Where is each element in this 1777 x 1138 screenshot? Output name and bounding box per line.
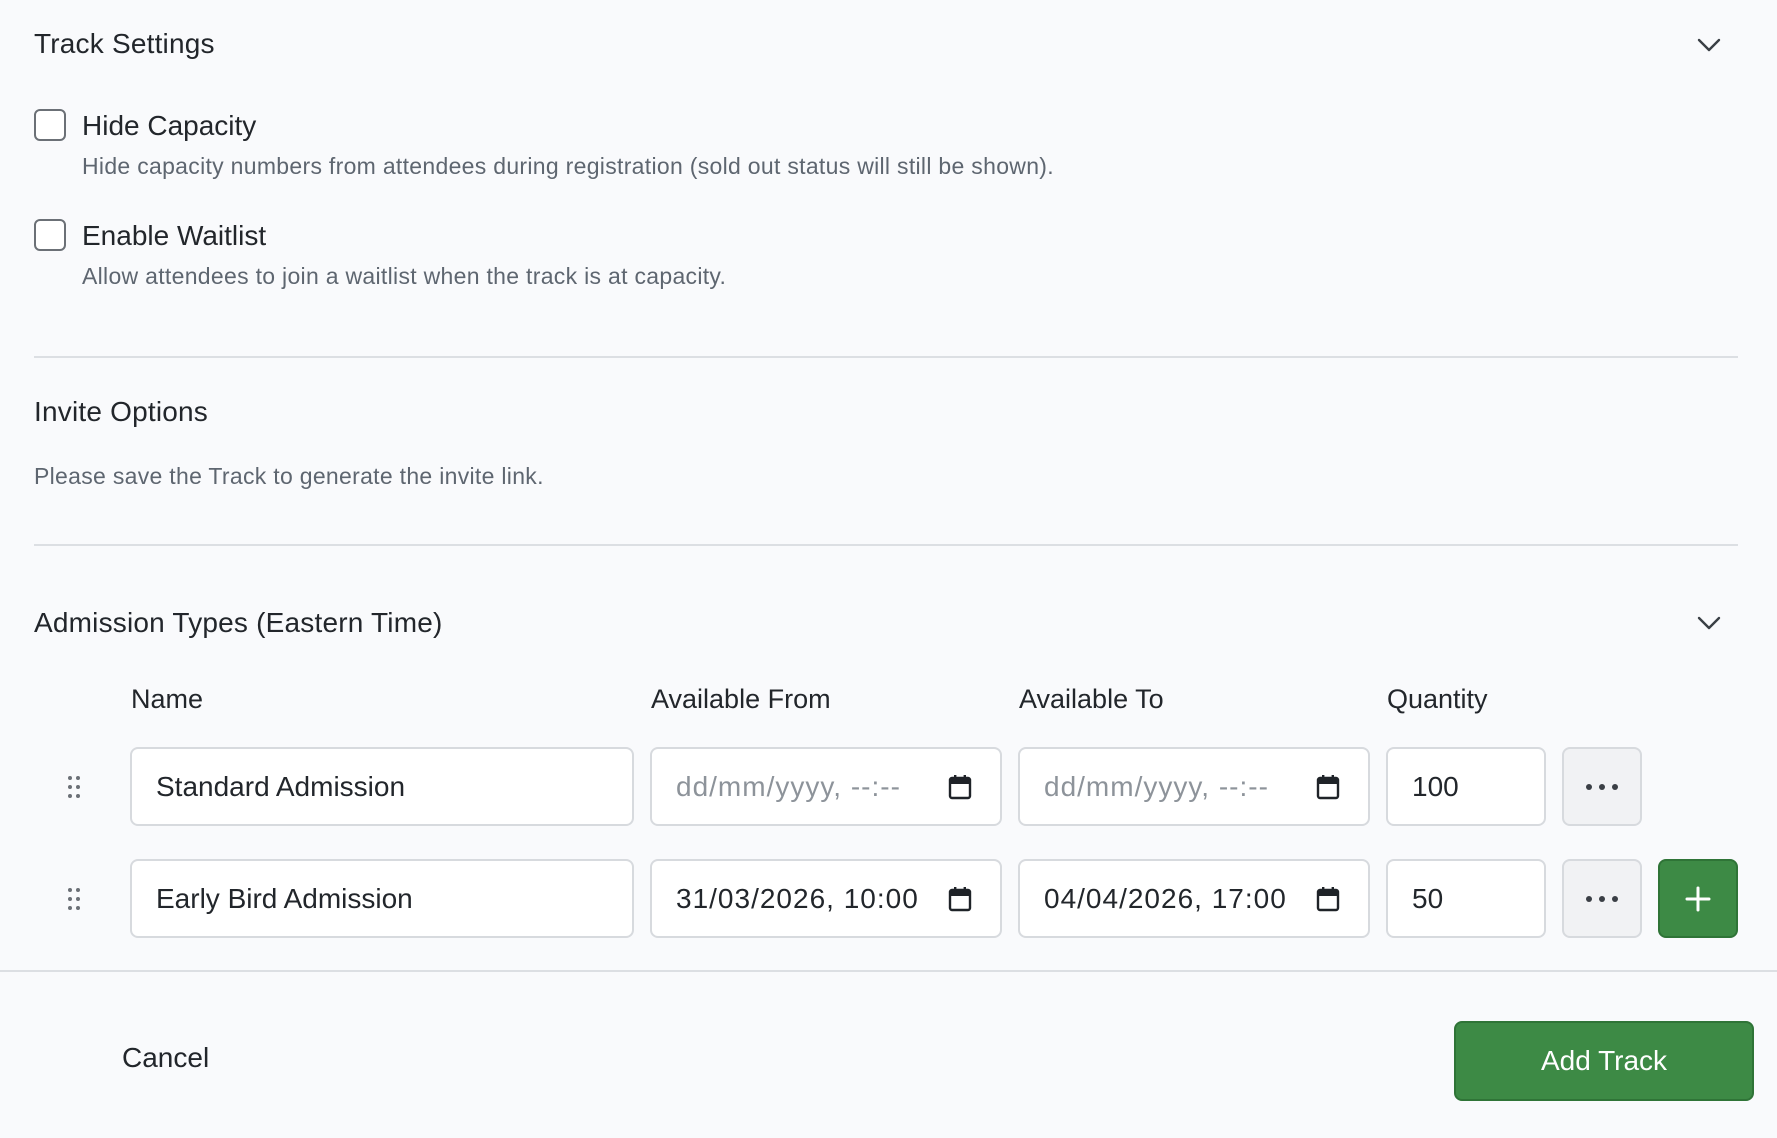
- quantity-value: 100: [1412, 770, 1459, 802]
- invite-options-title: Invite Options: [34, 396, 208, 427]
- cancel-button[interactable]: Cancel: [122, 1042, 209, 1074]
- available-to-input[interactable]: dd/mm/yyyy, --:--: [1018, 747, 1370, 826]
- admission-types-title: Admission Types (Eastern Time): [34, 607, 443, 638]
- hide-capacity-description: Hide capacity numbers from attendees dur…: [82, 153, 1054, 179]
- hide-capacity-label: Hide Capacity: [82, 110, 257, 141]
- enable-waitlist-checkbox[interactable]: [34, 219, 66, 251]
- add-admission-type-button[interactable]: [1658, 859, 1738, 938]
- row-more-options-button[interactable]: [1562, 859, 1642, 938]
- enable-waitlist-label: Enable Waitlist: [82, 220, 267, 251]
- calendar-icon[interactable]: [1316, 774, 1340, 800]
- quantity-input[interactable]: 50: [1386, 859, 1546, 938]
- column-header-available-from: Available From: [651, 684, 831, 714]
- invite-options-message: Please save the Track to generate the in…: [34, 463, 544, 489]
- column-header-available-to: Available To: [1019, 684, 1164, 714]
- drag-handle-icon[interactable]: [64, 884, 84, 914]
- admission-types-chevron-down-icon[interactable]: [1694, 608, 1724, 638]
- row-more-options-button[interactable]: [1562, 747, 1642, 826]
- calendar-icon[interactable]: [948, 886, 972, 912]
- add-track-button[interactable]: Add Track: [1454, 1021, 1754, 1101]
- quantity-input[interactable]: 100: [1386, 747, 1546, 826]
- admission-name-input[interactable]: Standard Admission: [130, 747, 634, 826]
- quantity-value: 50: [1412, 882, 1444, 914]
- calendar-icon[interactable]: [948, 774, 972, 800]
- track-form: Track Settings Hide Capacity Hide capaci…: [0, 0, 1777, 1138]
- available-from-input[interactable]: 31/03/2026, 10:00: [650, 859, 1002, 938]
- more-horizontal-icon: [1586, 895, 1618, 902]
- track-settings-chevron-down-icon[interactable]: [1694, 30, 1724, 60]
- section-divider: [34, 544, 1738, 546]
- column-header-name: Name: [131, 684, 204, 714]
- plus-icon: [1685, 886, 1711, 911]
- available-from-placeholder: dd/mm/yyyy, --:--: [676, 770, 901, 802]
- drag-handle-icon[interactable]: [64, 772, 84, 802]
- available-from-input[interactable]: dd/mm/yyyy, --:--: [650, 747, 1002, 826]
- enable-waitlist-description: Allow attendees to join a waitlist when …: [82, 263, 727, 289]
- available-from-value: 31/03/2026, 10:00: [676, 882, 919, 914]
- section-divider: [34, 356, 1738, 358]
- available-to-input[interactable]: 04/04/2026, 17:00: [1018, 859, 1370, 938]
- column-header-quantity: Quantity: [1387, 684, 1488, 714]
- hide-capacity-checkbox[interactable]: [34, 109, 66, 141]
- admission-name-value: Early Bird Admission: [156, 882, 413, 914]
- footer-divider: [0, 970, 1777, 972]
- available-to-placeholder: dd/mm/yyyy, --:--: [1044, 770, 1269, 802]
- more-horizontal-icon: [1586, 783, 1618, 790]
- admission-name-input[interactable]: Early Bird Admission: [130, 859, 634, 938]
- track-settings-title: Track Settings: [34, 28, 215, 59]
- available-to-value: 04/04/2026, 17:00: [1044, 882, 1287, 914]
- calendar-icon[interactable]: [1316, 886, 1340, 912]
- admission-name-value: Standard Admission: [156, 770, 406, 802]
